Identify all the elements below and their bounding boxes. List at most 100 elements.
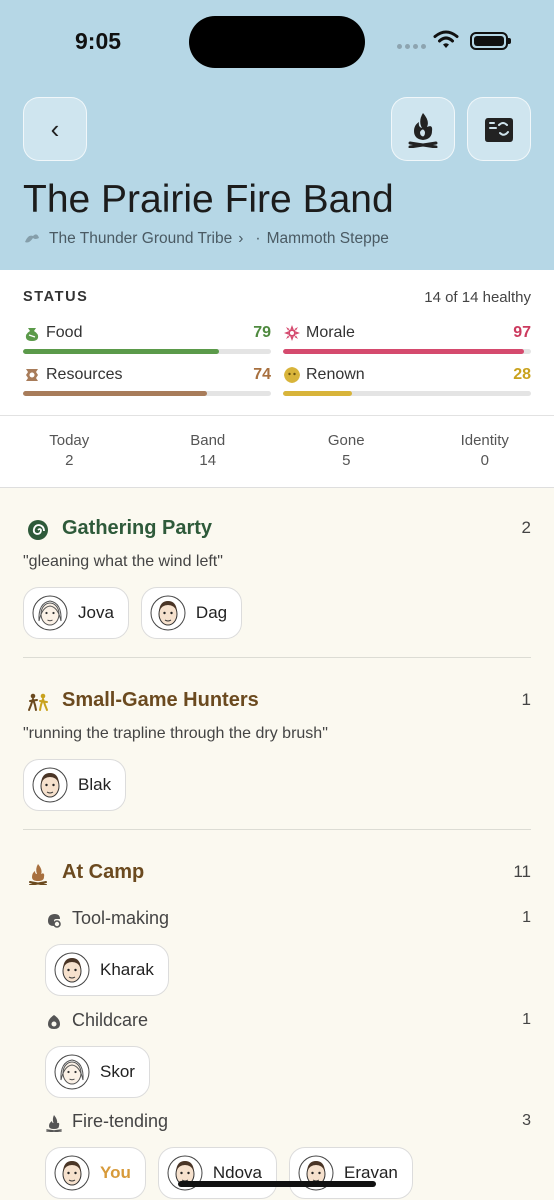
member-chip-you[interactable]: You [45,1147,146,1199]
tab-identity[interactable]: Identity 0 [416,416,554,487]
member-chip-skor[interactable]: Skor [45,1046,150,1098]
tab-label: Identity [460,432,509,449]
member-name: You [100,1163,131,1182]
avatar [54,1054,90,1090]
breadcrumb-chevron: › [238,230,244,247]
stat-renown: Renown 28 [283,364,531,398]
fire-icon [46,1115,62,1132]
battery-icon [470,32,511,50]
divider [23,657,531,658]
breadcrumb-tribe[interactable]: The Thunder Ground Tribe [49,230,232,248]
group-title: Small-Game Hunters [62,689,259,711]
signal-icon [397,44,426,49]
divider [23,829,531,830]
group-small-game-hunters: Small-Game Hunters 1 "running the trapli… [23,687,531,811]
member-chip-blak[interactable]: Blak [23,759,127,811]
group-header[interactable]: At Camp 11 [23,859,531,889]
stat-value: 28 [513,366,531,383]
group-header[interactable]: Small-Game Hunters 1 [23,687,531,717]
renown-icon [284,367,300,383]
group-gathering-party: Gathering Party 2 "gleaning what the win… [23,515,531,639]
back-icon: ‹ [50,113,60,144]
stat-bar-fill [283,391,353,396]
subgroup-title: Tool-making [72,908,170,928]
campfire-button[interactable] [391,97,455,161]
food-pouch-icon [25,328,39,341]
campfire-icon [29,864,47,885]
member-name: Dag [195,603,228,622]
tribe-icon [25,234,39,243]
member-chip-dag[interactable]: Dag [140,587,243,639]
stat-name: Food [46,324,83,341]
group-title: Gathering Party [62,517,213,539]
member-name: Skor [100,1062,135,1081]
stat-bar-fill [283,349,524,354]
tab-label: Today [49,432,90,449]
subgroup-count: 3 [522,1112,531,1129]
hunters-icon [28,693,48,711]
avatar [54,1155,90,1191]
stat-name: Resources [46,366,123,383]
member-chip-ndova[interactable]: Ndova [157,1147,277,1199]
member-name: Eravan [344,1163,398,1182]
status-label: STATUS [23,289,89,305]
health-summary: 14 of 14 healthy [424,289,531,306]
stat-value: 74 [253,366,271,383]
campfire-icon [408,113,438,148]
subgroup-tool-making: Tool-making 1 Kharak [45,908,531,996]
map-button[interactable] [467,97,531,161]
stat-resources: Resources 74 [23,364,271,398]
map-scroll-icon [485,118,513,142]
group-at-camp: At Camp 11 [23,859,531,889]
member-name: Blak [78,775,112,794]
member-chip-eravan[interactable]: Eravan [289,1147,413,1199]
group-quote: "gleaning what the wind left" [23,553,223,570]
subgroup-header[interactable]: Tool-making 1 [45,908,531,932]
tab-count: 0 [480,452,489,469]
subgroup-header[interactable]: Childcare 1 [45,1010,531,1034]
group-count: 2 [521,518,531,537]
subgroup-count: 1 [522,909,531,926]
group-header[interactable]: Gathering Party 2 [23,515,531,545]
status-bar: 9:05 [0,0,554,82]
member-chip-kharak[interactable]: Kharak [45,944,169,996]
breadcrumb-region[interactable]: Mammoth Steppe [267,230,389,248]
stat-food: Food 79 [23,322,271,356]
group-quote: "running the trapline through the dry br… [23,725,328,742]
stat-morale: Morale 97 [283,322,531,356]
tab-gone[interactable]: Gone 5 [277,416,416,487]
stat-name: Morale [306,324,355,341]
subgroup-header[interactable]: Fire-tending 3 [45,1111,531,1135]
tab-today[interactable]: Today 2 [0,416,139,487]
tab-band[interactable]: Band 14 [139,416,278,487]
tab-count: 5 [342,452,351,469]
tool-icon [48,914,61,928]
group-count: 11 [513,862,531,881]
back-button[interactable]: ‹ [23,97,87,161]
stat-bar-fill [23,349,219,354]
stat-bar-fill [23,391,207,396]
group-count: 1 [521,690,531,709]
subgroup-title: Childcare [72,1010,149,1030]
group-title: At Camp [62,861,145,883]
page-title: The Prairie Fire Band [23,178,394,221]
subgroup-count: 1 [522,1011,531,1028]
member-name: Ndova [212,1163,262,1182]
home-indicator[interactable] [178,1181,376,1187]
avatar [150,595,186,631]
subgroup-title: Fire-tending [72,1111,169,1131]
tab-count: 14 [199,452,217,469]
member-name: Jova [78,603,114,622]
avatar [32,767,68,803]
member-chip-jova[interactable]: Jova [23,587,129,639]
dynamic-island [189,16,365,68]
breadcrumb-dot: · [255,230,261,247]
status-panel: STATUS 14 of 14 healthy Food 79 Morale 9… [0,270,554,416]
tab-label: Gone [327,432,365,449]
tab-bar: Today 2 Band 14 Gone 5 Identity 0 [0,416,554,488]
subgroup-childcare: Childcare 1 Skor [45,1010,531,1098]
tab-label: Band [190,432,226,449]
header: 9:05 ‹ The Prairie Fire Band The Thunder… [0,0,554,270]
stat-value: 79 [253,324,271,341]
wifi-icon [433,30,459,48]
